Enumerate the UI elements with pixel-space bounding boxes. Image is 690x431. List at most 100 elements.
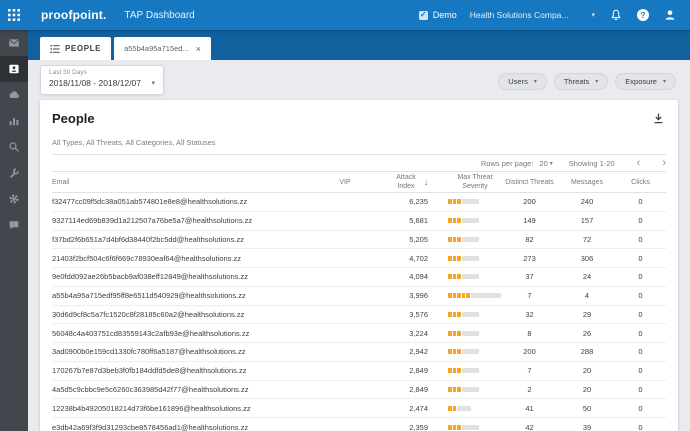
attack-index-cell: 2,849 — [409, 366, 428, 376]
rows-per-page-select[interactable]: 20 — [539, 159, 547, 168]
caret-down-icon[interactable]: ▾ — [550, 160, 553, 167]
tab-detail[interactable]: a55b4a95a715ed... × — [114, 37, 211, 60]
table-row[interactable]: 9e0fdd092ae26b5bacb9af038eff12849@health… — [52, 268, 666, 287]
table-row[interactable]: 12238b4b49205018214d73f6be161896@healths… — [52, 399, 666, 418]
users-filter-button[interactable]: Users ▾ — [498, 73, 547, 90]
severity-bar — [448, 386, 502, 392]
top-header: proofpoint. TAP Dashboard ✓ Demo Health … — [0, 0, 690, 30]
severity-cell — [440, 424, 502, 430]
account-icon[interactable] — [662, 7, 678, 23]
demo-checkbox[interactable]: ✓ — [418, 10, 428, 20]
email-cell[interactable]: e3db42a69f3f9d31293cbe8578456ad1@healths… — [52, 423, 322, 431]
severity-cell — [440, 218, 502, 224]
sidebar-item-feedback[interactable] — [0, 212, 28, 238]
sort-desc-icon[interactable]: ↓ — [424, 178, 428, 187]
tab-detail-label: a55b4a95a715ed... — [124, 44, 189, 53]
email-cell[interactable]: f32477cc09f5dc38a051ab574801e8e8@healths… — [52, 197, 322, 206]
distinct-threats-cell: 200 — [523, 197, 536, 207]
wrench-icon — [9, 168, 20, 179]
column-header-messages[interactable]: Messages — [557, 179, 617, 186]
email-cell[interactable]: 21403f2bcf504c6f6f669c78930eaf64@healths… — [52, 254, 322, 263]
table-row[interactable]: 4a5d5c9cbbc9e5c6260c363985d42f77@healths… — [52, 381, 666, 400]
sidebar-item-settings[interactable] — [0, 186, 28, 212]
messages-cell: 72 — [582, 234, 592, 244]
attack-index-cell: 2,849 — [409, 384, 428, 394]
column-header-vip[interactable]: VIP — [322, 179, 368, 186]
distinct-threats-cell: 41 — [525, 403, 534, 413]
tab-people-label: PEOPLE — [65, 44, 102, 53]
email-cell[interactable]: 4a5d5c9cbbc9e5c6260c363985d42f77@healths… — [52, 385, 322, 394]
sidebar-item-tools[interactable] — [0, 160, 28, 186]
distinct-threats-cell: 7 — [527, 366, 532, 376]
threats-filter-button[interactable]: Threats ▾ — [553, 73, 609, 90]
next-page-button[interactable]: › — [662, 157, 666, 169]
email-cell[interactable]: 9e0fdd092ae26b5bacb9af038eff12849@health… — [52, 272, 322, 281]
demo-label: Demo — [432, 10, 457, 20]
email-cell[interactable]: 9327114ed69b839d1a212507a76be5a7@healths… — [52, 216, 322, 225]
severity-cell — [440, 293, 502, 299]
table-row[interactable]: 9327114ed69b839d1a212507a76be5a7@healths… — [52, 212, 666, 231]
column-header-clicks[interactable]: Clicks — [617, 179, 664, 186]
caret-down-icon: ▾ — [662, 79, 666, 85]
download-icon — [654, 113, 662, 123]
email-cell[interactable]: f37bd2f6b651a7d4bf6d38440f2bc5dd@healths… — [52, 235, 322, 244]
table-row[interactable]: 21403f2bcf504c6f6f669c78930eaf64@healths… — [52, 249, 666, 268]
exposure-filter-button[interactable]: Exposure ▾ — [615, 73, 676, 90]
severity-cell — [440, 236, 502, 242]
distinct-threats-cell: 7 — [527, 291, 532, 301]
tab-close-icon[interactable]: × — [196, 44, 201, 54]
table-row[interactable]: 3ad0900b0e159cd1330fc780ff6a5187@healths… — [52, 343, 666, 362]
attack-index-cell: 3,996 — [409, 291, 428, 301]
email-cell[interactable]: a55b4a95a715edf95ff8e6511d540929@healths… — [52, 291, 322, 300]
email-cell[interactable]: 12238b4b49205018214d73f6be161896@healths… — [52, 404, 322, 413]
clicks-cell: 0 — [638, 347, 643, 357]
apps-grid-icon[interactable] — [0, 0, 28, 30]
table-row[interactable]: 170267b7e87d3beb3f0fb184ddfd5de8@healths… — [52, 362, 666, 381]
cloud-icon — [8, 91, 19, 98]
app-title: TAP Dashboard — [124, 9, 195, 21]
email-cell[interactable]: 3ad0900b0e159cd1330fc780ff6a5187@healths… — [52, 347, 322, 356]
prev-page-button[interactable]: ‹ — [637, 157, 641, 169]
severity-cell — [440, 274, 502, 280]
clicks-cell: 0 — [638, 197, 643, 207]
column-header-attack-index[interactable]: Attack Index ↓ — [368, 173, 440, 191]
company-caret-icon[interactable]: ▾ — [591, 11, 595, 19]
table-row[interactable]: e3db42a69f3f9d31293cbe8578456ad1@healths… — [52, 418, 666, 431]
date-range-picker[interactable]: Last 30 Days 2018/11/08 - 2018/12/07 ▾ — [40, 65, 164, 95]
caret-down-icon: ▾ — [595, 79, 599, 85]
severity-cell — [440, 386, 502, 392]
company-selector[interactable]: Health Solutions Compa... — [470, 10, 569, 20]
messages-cell: 26 — [582, 328, 592, 338]
table-row[interactable]: a55b4a95a715edf95ff8e6511d540929@healths… — [52, 287, 666, 306]
clicks-cell: 0 — [638, 291, 643, 301]
sidebar-item-cloud[interactable] — [0, 82, 28, 108]
demo-toggle[interactable]: ✓ Demo — [418, 10, 457, 20]
table-row[interactable]: f32477cc09f5dc38a051ab574801e8e8@healths… — [52, 193, 666, 212]
column-header-distinct-threats[interactable]: Distinct Threats — [502, 179, 557, 186]
sidebar-item-reports[interactable] — [0, 108, 28, 134]
distinct-threats-cell: 8 — [527, 328, 532, 338]
table-row[interactable]: 30d6d9cf8c5a7fc1520c8f28185c60a2@healths… — [52, 306, 666, 325]
sidebar-item-search[interactable] — [0, 134, 28, 160]
column-header-severity[interactable]: Max Threat Severity — [440, 173, 502, 191]
clicks-cell: 0 — [638, 216, 643, 226]
help-icon[interactable]: ? — [637, 9, 649, 21]
sidebar-item-people[interactable] — [0, 56, 28, 82]
messages-cell: 50 — [582, 403, 592, 413]
tab-people[interactable]: PEOPLE — [40, 37, 112, 60]
sidebar-item-mail[interactable] — [0, 30, 28, 56]
email-cell[interactable]: 56048c4a403751cd83559143c2afb93e@healths… — [52, 329, 322, 338]
rows-per-page-label: Rows per page: — [480, 158, 534, 168]
severity-bar — [448, 349, 502, 355]
severity-bar — [448, 330, 502, 336]
email-cell[interactable]: 30d6d9cf8c5a7fc1520c8f28185c60a2@healths… — [52, 310, 322, 319]
table-row[interactable]: f37bd2f6b651a7d4bf6d38440f2bc5dd@healths… — [52, 231, 666, 250]
table-row[interactable]: 56048c4a403751cd83559143c2afb93e@healths… — [52, 324, 666, 343]
distinct-threats-cell: 273 — [523, 253, 536, 263]
attack-index-cell: 4,702 — [409, 253, 428, 263]
clicks-cell: 0 — [638, 422, 643, 431]
download-button[interactable] — [650, 110, 666, 126]
email-cell[interactable]: 170267b7e87d3beb3f0fb184ddfd5de8@healths… — [52, 366, 322, 375]
notifications-bell-icon[interactable] — [608, 7, 624, 23]
column-header-email[interactable]: Email — [52, 179, 322, 186]
